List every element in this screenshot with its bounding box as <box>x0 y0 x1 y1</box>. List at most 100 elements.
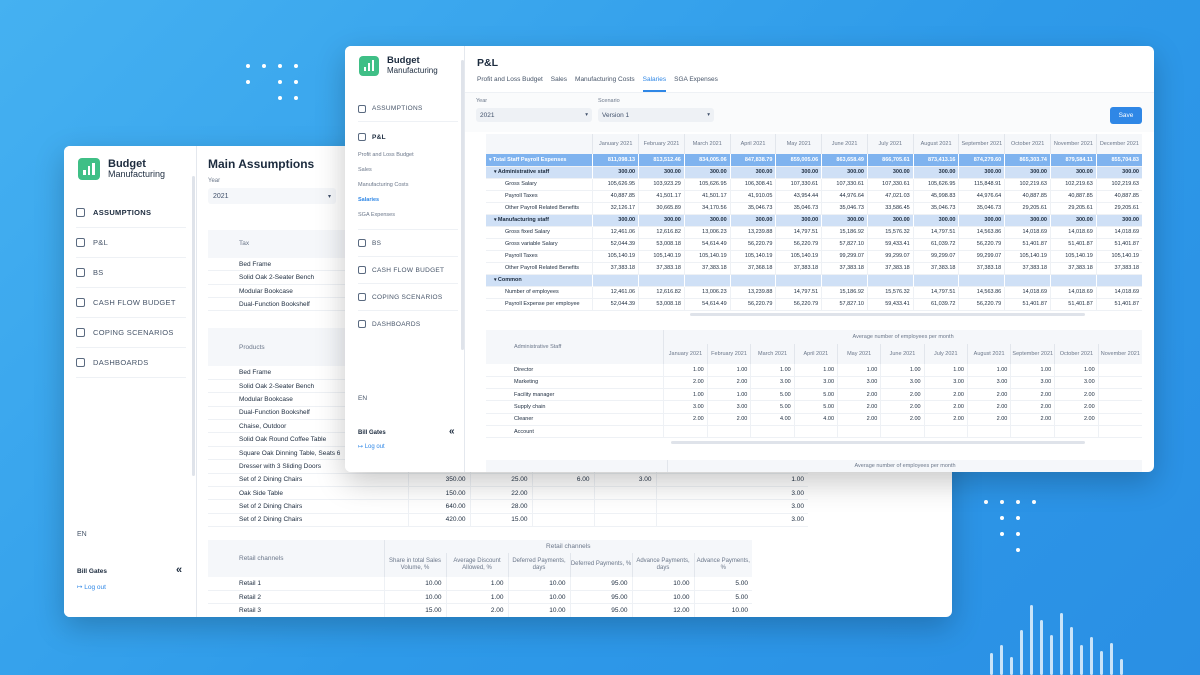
table-cell[interactable]: 57,827.10 <box>821 238 868 250</box>
table-cell[interactable]: 105,140.19 <box>1050 250 1097 262</box>
sidebar-item-cash-flow[interactable]: CASH FLOW BUDGET <box>76 288 186 318</box>
table-cell[interactable]: 95.00 <box>569 603 632 617</box>
table-cell[interactable] <box>531 513 594 527</box>
table-cell[interactable]: 1.00 <box>706 388 751 401</box>
table-cell[interactable]: 2.00 <box>923 400 968 414</box>
tab-0[interactable]: Profit and Loss Budget <box>477 74 543 92</box>
table-cell[interactable]: 40,887.85 <box>1095 190 1142 202</box>
table-cell[interactable] <box>923 425 968 438</box>
table-cell[interactable]: 15.00 <box>383 603 446 617</box>
table-cell[interactable]: 29,205.61 <box>1050 202 1097 214</box>
table-cell[interactable]: 37,383.18 <box>958 262 1005 274</box>
table-cell[interactable]: 102,219.63 <box>1050 178 1097 190</box>
table-cell[interactable]: 2.00 <box>880 388 925 401</box>
logout-link[interactable]: ↦ Log out <box>358 443 385 450</box>
table-cell[interactable]: 105,626.95 <box>912 178 959 190</box>
table-cell[interactable]: 105,140.19 <box>683 250 731 262</box>
sidebar-item-help[interactable]: ASSUMPTIONS <box>76 198 186 228</box>
table-cell[interactable]: 12,461.06 <box>592 226 639 238</box>
table-cell[interactable]: 29,205.61 <box>1004 202 1051 214</box>
table-cell[interactable]: 640.00 <box>407 499 470 514</box>
table-cell[interactable]: 300.00 <box>912 214 959 226</box>
table-cell[interactable]: 33,586.45 <box>866 202 914 214</box>
table-cell[interactable]: 847,838.79 <box>729 154 776 166</box>
table-cell[interactable]: 300.00 <box>638 214 685 226</box>
table-cell[interactable]: 2.00 <box>706 376 751 389</box>
table-cell[interactable]: 14,018.69 <box>1004 226 1051 238</box>
table-cell[interactable]: 56,220.79 <box>775 298 822 310</box>
sidebar-item-assumptions[interactable]: ASSUMPTIONS <box>358 96 458 122</box>
table-cell[interactable]: 2.00 <box>837 388 881 401</box>
sub-nav-item[interactable]: Manufacturing Costs <box>358 178 458 193</box>
table-cell[interactable] <box>683 274 731 286</box>
table-cell[interactable]: 56,220.79 <box>775 238 822 250</box>
table-cell[interactable]: 14,018.69 <box>1050 286 1097 298</box>
sub-nav-item[interactable]: Salaries <box>358 193 458 208</box>
table-cell[interactable]: 105,140.19 <box>592 250 639 262</box>
table-cell[interactable]: 13,239.88 <box>729 286 776 298</box>
table-cell[interactable]: 2.00 <box>837 413 881 426</box>
table-cell[interactable]: 5.00 <box>750 388 795 401</box>
table-cell[interactable]: 6.00 <box>531 473 594 487</box>
table-cell[interactable]: 106,308.41 <box>729 178 776 190</box>
table-cell[interactable]: 37,383.18 <box>592 262 639 274</box>
table-cell[interactable]: 37,383.18 <box>1050 262 1097 274</box>
table-cell[interactable]: 105,626.95 <box>683 178 731 190</box>
table-cell[interactable]: 51,401.87 <box>1050 298 1097 310</box>
table-cell[interactable] <box>1097 388 1142 401</box>
table-cell[interactable]: 44,976.64 <box>821 190 868 202</box>
table-cell[interactable]: 99,299.07 <box>958 250 1005 262</box>
table-cell[interactable]: 4.00 <box>750 413 795 426</box>
table-cell[interactable] <box>966 425 1011 438</box>
table-cell[interactable]: 300.00 <box>1004 214 1051 226</box>
table-cell[interactable]: 61,039.72 <box>912 298 959 310</box>
save-button[interactable]: Save <box>1110 107 1142 124</box>
table-cell[interactable]: 37,383.18 <box>1004 262 1051 274</box>
table-cell[interactable]: 865,303.74 <box>1004 154 1051 166</box>
table-cell[interactable]: 2.00 <box>663 413 708 426</box>
table-cell[interactable]: 12,461.06 <box>592 286 639 298</box>
table-cell[interactable]: 10.00 <box>693 603 753 617</box>
table-cell[interactable]: 866,705.61 <box>866 154 914 166</box>
table-cell[interactable]: 1.00 <box>1054 364 1099 377</box>
table-cell[interactable]: 56,220.79 <box>958 238 1005 250</box>
table-cell[interactable]: 14,018.69 <box>1095 286 1142 298</box>
table-cell[interactable]: 873,413.16 <box>912 154 959 166</box>
table-cell[interactable]: 5.00 <box>793 400 838 414</box>
table-cell[interactable] <box>1097 376 1142 389</box>
table-cell[interactable]: 37,383.18 <box>821 262 868 274</box>
table-cell[interactable]: 150.00 <box>407 486 470 500</box>
table-cell[interactable]: 2.00 <box>1010 388 1055 401</box>
table-cell[interactable]: 51,401.87 <box>1050 238 1097 250</box>
table-cell[interactable]: 14,563.86 <box>958 286 1005 298</box>
tab-4[interactable]: SGA Expenses <box>674 74 718 92</box>
table-cell[interactable]: 2.00 <box>880 413 925 426</box>
table-cell[interactable] <box>1097 413 1142 426</box>
table-cell[interactable]: 34,170.56 <box>683 202 731 214</box>
table-cell[interactable]: 420.00 <box>407 513 470 527</box>
table-cell[interactable]: 300.00 <box>683 166 731 178</box>
table-cell[interactable] <box>593 486 656 500</box>
table-cell[interactable]: 3.00 <box>663 400 708 414</box>
table-cell[interactable]: 51,401.87 <box>1095 238 1142 250</box>
table-cell[interactable]: 813,512.46 <box>638 154 685 166</box>
year-select[interactable]: 2021 ▾ <box>208 188 336 204</box>
table-cell[interactable] <box>1054 425 1099 438</box>
table-cell[interactable]: 2.00 <box>1010 413 1055 426</box>
table-cell[interactable] <box>729 274 776 286</box>
table-cell[interactable]: 5.00 <box>750 400 795 414</box>
table-cell[interactable]: 300.00 <box>821 214 868 226</box>
table-cell[interactable]: 15.00 <box>469 513 532 527</box>
table-cell[interactable]: 3.00 <box>880 376 925 389</box>
table-cell[interactable]: 14,563.86 <box>958 226 1005 238</box>
sub-nav-item[interactable]: SGA Expenses <box>358 208 458 223</box>
table-cell[interactable]: 43,954.44 <box>775 190 822 202</box>
sidebar-item-pl[interactable]: P&L <box>76 228 186 258</box>
table-cell[interactable]: 105,140.19 <box>729 250 776 262</box>
table-cell[interactable]: 10.00 <box>507 577 570 591</box>
table-cell[interactable]: 56,220.79 <box>729 298 776 310</box>
table-cell[interactable]: 1.00 <box>750 364 795 377</box>
table-cell[interactable]: 37,383.18 <box>912 262 959 274</box>
table-cell[interactable]: 2.00 <box>1054 413 1099 426</box>
table-cell[interactable]: 37,383.18 <box>775 262 822 274</box>
